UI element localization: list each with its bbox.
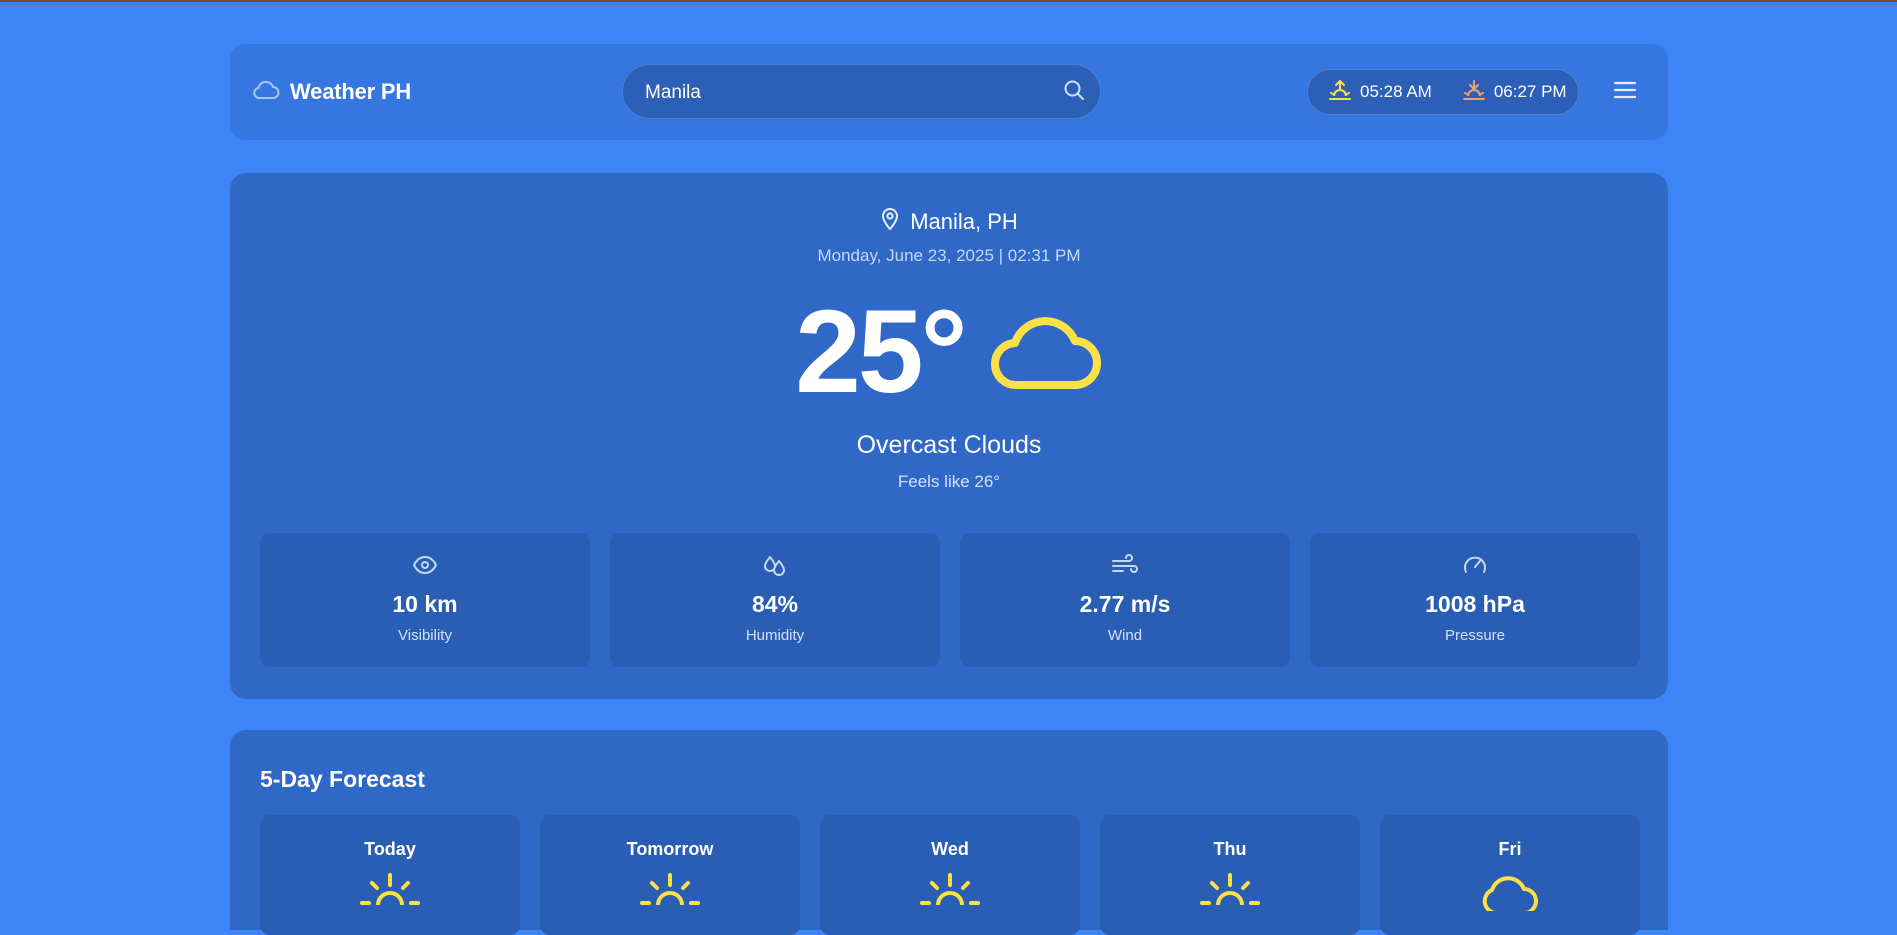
forecast-day-today[interactable]: Today — [260, 815, 520, 935]
app-header: Weather PH 05:28 AM 06:27 PM — [230, 44, 1668, 140]
sun-icon — [358, 871, 422, 916]
sun-icon — [1198, 871, 1262, 916]
location-name: Manila, PH — [910, 209, 1018, 234]
forecast-day-fri[interactable]: Fri — [1380, 815, 1640, 935]
map-pin-icon — [880, 207, 900, 237]
search-icon — [1063, 79, 1085, 106]
sun-icon — [638, 871, 702, 916]
stat-pressure: 1008 hPa Pressure — [1310, 533, 1640, 667]
forecast-title: 5-Day Forecast — [260, 766, 425, 792]
sun-times: 05:28 AM 06:27 PM — [1307, 69, 1579, 115]
day-name: Wed — [931, 839, 969, 859]
day-name: Fri — [1498, 839, 1522, 859]
eye-icon — [412, 553, 438, 577]
menu-button[interactable] — [1611, 78, 1639, 106]
droplets-icon — [762, 553, 788, 577]
stats-row: 10 km Visibility 84% Humidity 2.77 m/s W… — [260, 533, 1640, 667]
top-border — [0, 0, 1897, 2]
sun-icon — [918, 871, 982, 916]
brand[interactable]: Weather PH — [252, 44, 411, 140]
stat-value: 1008 hPa — [1425, 591, 1525, 617]
cloud-logo-icon — [252, 79, 280, 106]
current-temperature: 25° — [795, 286, 967, 418]
stat-value: 2.77 m/s — [1079, 591, 1171, 617]
stat-label: Pressure — [1444, 627, 1506, 644]
stat-value: 10 km — [392, 591, 458, 617]
forecast-day-thu[interactable]: Thu — [1100, 815, 1360, 935]
stat-wind: 2.77 m/s Wind — [960, 533, 1290, 667]
sunset-icon — [1462, 79, 1486, 106]
day-name: Thu — [1213, 839, 1247, 859]
sunrise-time: 05:28 AM — [1360, 82, 1432, 101]
forecast-days: Today Tomorrow Wed Thu Fri — [260, 815, 1640, 935]
forecast-day-tomorrow[interactable]: Tomorrow — [540, 815, 800, 935]
stat-label: Visibility — [398, 627, 452, 644]
search-input[interactable] — [643, 65, 1047, 120]
current-datetime: Monday, June 23, 2025 | 02:31 PM — [817, 246, 1081, 265]
day-name: Tomorrow — [626, 839, 714, 859]
app-title: Weather PH — [290, 79, 412, 104]
temperature-row: 25° — [230, 293, 1668, 411]
cloud-icon — [1478, 871, 1542, 916]
search-bar — [622, 64, 1101, 120]
search-button[interactable] — [1060, 78, 1088, 106]
gauge-icon — [1462, 553, 1488, 577]
day-name: Today — [364, 839, 416, 859]
weather-condition: Overcast Clouds — [856, 431, 1042, 459]
stat-humidity: 84% Humidity — [610, 533, 940, 667]
cloud-icon — [987, 307, 1103, 398]
forecast-card: 5-Day Forecast Today Tomorrow Wed Thu Fr… — [230, 730, 1668, 935]
stat-visibility: 10 km Visibility — [260, 533, 590, 667]
sunset-time: 06:27 PM — [1493, 82, 1567, 101]
wind-icon — [1111, 553, 1139, 577]
stat-label: Humidity — [745, 627, 805, 644]
forecast-day-wed[interactable]: Wed — [820, 815, 1080, 935]
sunrise-icon — [1328, 79, 1352, 106]
current-weather-card: Manila, PH Monday, June 23, 2025 | 02:31… — [230, 173, 1668, 699]
feels-like: Feels like 26° — [897, 472, 1001, 491]
hamburger-menu-icon — [1613, 80, 1637, 105]
stat-label: Wind — [1107, 627, 1143, 644]
stat-value: 84% — [751, 591, 799, 617]
location: Manila, PH — [230, 207, 1668, 237]
